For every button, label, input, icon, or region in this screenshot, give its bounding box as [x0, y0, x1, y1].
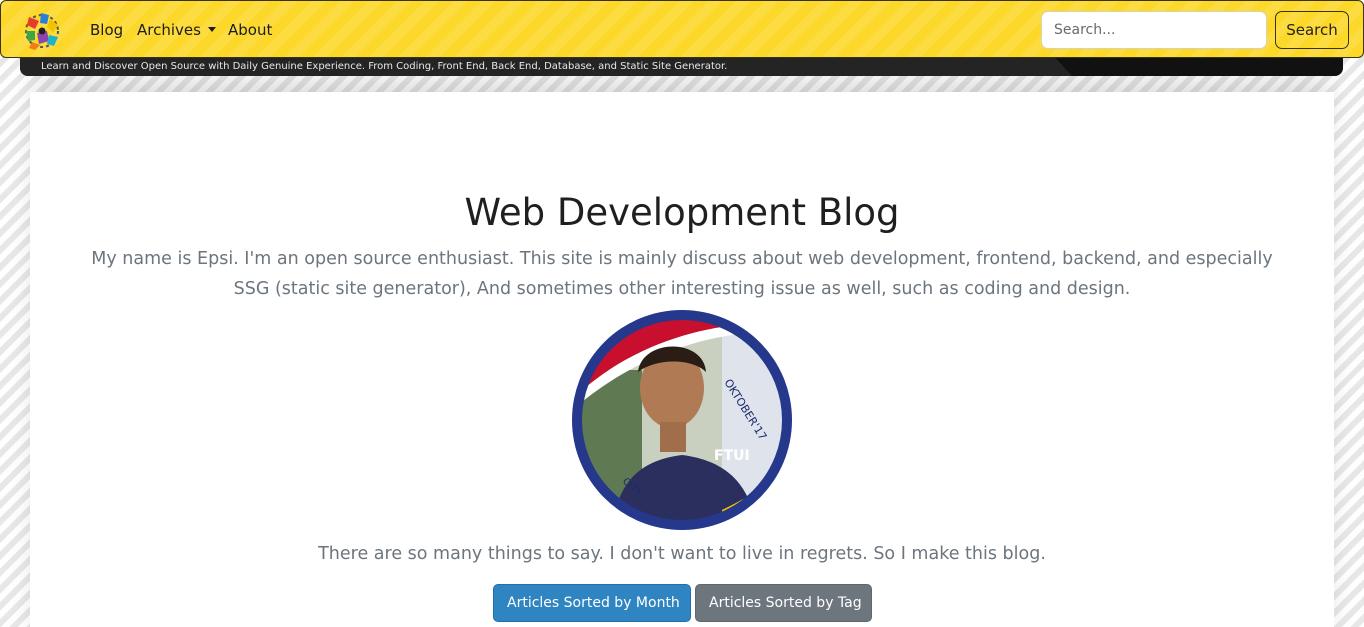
chevron-down-icon [207, 27, 216, 32]
avatar-badge-text: FTUI [714, 448, 750, 464]
nav-link-archives[interactable]: Archives [137, 21, 216, 39]
top-navbar: Blog Archives About Search [0, 0, 1364, 58]
hero-tagline: There are so many things to say. I don't… [318, 544, 1046, 564]
site-logo-icon[interactable] [23, 11, 61, 51]
search-input[interactable] [1041, 11, 1267, 49]
search-button[interactable]: Search [1275, 11, 1349, 49]
nav-link-about[interactable]: About [228, 21, 272, 39]
nav-link-archives-label: Archives [137, 21, 201, 39]
articles-by-tag-button[interactable]: Articles Sorted by Tag [695, 584, 872, 622]
articles-by-month-button[interactable]: Articles Sorted by Month [493, 584, 691, 622]
nav-link-blog[interactable]: Blog [90, 21, 123, 39]
page-title: Web Development Blog [464, 191, 900, 234]
profile-avatar: OKTOBER'17 CITY FTUI [572, 310, 792, 530]
intro-paragraph: My name is Epsi. I'm an open source enth… [91, 249, 1273, 299]
site-tagline: Learn and Discover Open Source with Dail… [41, 61, 728, 72]
